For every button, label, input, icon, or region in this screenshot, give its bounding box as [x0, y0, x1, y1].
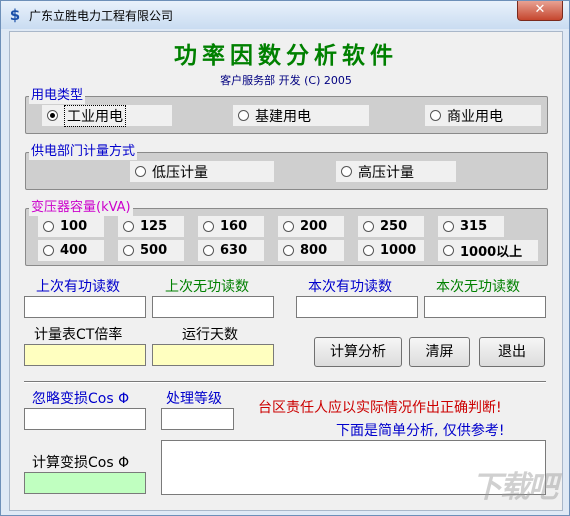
radio-label: 630 — [220, 243, 248, 258]
radio-label: 160 — [220, 219, 248, 234]
radio-dot-icon — [341, 166, 352, 177]
radio-dot-icon — [443, 245, 454, 256]
radio-dot-icon — [443, 221, 454, 232]
curr-reactive-input[interactable] — [424, 296, 546, 318]
curr-active-input[interactable] — [296, 296, 418, 318]
radio-kva-800[interactable]: 800 — [278, 240, 344, 261]
prev-reactive-label: 上次无功读数 — [165, 279, 249, 295]
run-days-label: 运行天数 — [182, 327, 238, 343]
prev-reactive-input[interactable] — [152, 296, 274, 318]
radio-kva-400[interactable]: 400 — [38, 240, 104, 261]
window-title: 广东立胜电力工程有限公司 — [29, 9, 174, 23]
radio-industrial[interactable]: 工业用电 — [42, 104, 172, 127]
radio-label: 基建用电 — [255, 108, 311, 125]
radio-kva-315[interactable]: 315 — [438, 216, 504, 237]
app-title: 功率因数分析软件 — [174, 43, 398, 69]
exit-button[interactable]: 退出 — [479, 337, 545, 367]
radio-high-voltage[interactable]: 高压计量 — [336, 161, 456, 182]
radio-label: 低压计量 — [152, 164, 208, 181]
curr-reactive-label: 本次无功读数 — [436, 279, 520, 295]
radio-kva-630[interactable]: 630 — [198, 240, 264, 261]
radio-label: 工业用电 — [64, 104, 126, 127]
radio-dot-icon — [203, 245, 214, 256]
radio-label: 商业用电 — [447, 108, 503, 125]
radio-dot-icon — [430, 110, 441, 121]
radio-kva-100[interactable]: 100 — [38, 216, 104, 237]
usage-type-legend: 用电类型 — [29, 88, 86, 104]
radio-low-voltage[interactable]: 低压计量 — [130, 161, 274, 182]
curr-active-label: 本次有功读数 — [308, 279, 392, 295]
prev-active-input[interactable] — [24, 296, 146, 318]
radio-kva-200[interactable]: 200 — [278, 216, 344, 237]
ignore-cos-input[interactable] — [24, 408, 146, 430]
radio-label: 1000以上 — [460, 245, 523, 260]
radio-dot-icon — [43, 245, 54, 256]
radio-dot-icon — [283, 221, 294, 232]
calculate-button[interactable]: 计算分析 — [314, 337, 402, 367]
radio-label: 800 — [300, 243, 328, 258]
radio-label: 1000 — [380, 243, 417, 258]
radio-dot-icon — [135, 166, 146, 177]
radio-dot-icon — [203, 221, 214, 232]
radio-kva-160[interactable]: 160 — [198, 216, 264, 237]
separator — [24, 381, 546, 383]
radio-label: 315 — [460, 219, 488, 234]
radio-label: 高压计量 — [358, 164, 414, 181]
close-button[interactable]: ✕ — [517, 1, 563, 21]
transformer-legend: 变压器容量(kVA) — [29, 200, 133, 216]
metering-group: 供电部门计量方式 低压计量 高压计量 — [25, 144, 548, 190]
radio-dot-icon — [238, 110, 249, 121]
run-days-input[interactable] — [152, 344, 274, 366]
radio-dot-icon — [363, 221, 374, 232]
ct-ratio-input[interactable] — [24, 344, 146, 366]
radio-label: 250 — [380, 219, 408, 234]
app-icon: $ — [9, 6, 21, 24]
radio-kva-1000[interactable]: 1000 — [358, 240, 424, 261]
radio-kva-500[interactable]: 500 — [118, 240, 184, 261]
title-bar: $ 广东立胜电力工程有限公司 ✕ — [1, 1, 569, 29]
ct-ratio-label: 计量表CT倍率 — [34, 327, 123, 343]
app-subtitle: 客户服务部 开发 (C) 2005 — [220, 74, 352, 87]
app-window: $ 广东立胜电力工程有限公司 ✕ 功率因数分析软件 客户服务部 开发 (C) 2… — [0, 0, 570, 516]
calc-cos-label: 计算变损Cos Φ — [32, 455, 130, 471]
radio-dot-icon — [123, 221, 134, 232]
prev-active-label: 上次有功读数 — [36, 279, 120, 295]
radio-kva-250[interactable]: 250 — [358, 216, 424, 237]
radio-commercial[interactable]: 商业用电 — [425, 105, 541, 126]
clear-button[interactable]: 清屏 — [409, 337, 470, 367]
watermark-logo: 下载吧 — [472, 470, 558, 505]
radio-label: 400 — [60, 243, 88, 258]
close-icon: ✕ — [534, 2, 546, 17]
radio-construction[interactable]: 基建用电 — [233, 105, 369, 126]
radio-label: 125 — [140, 219, 168, 234]
radio-kva-125[interactable]: 125 — [118, 216, 184, 237]
client-area: 功率因数分析软件 客户服务部 开发 (C) 2005 用电类型 工业用电 基建用… — [9, 31, 563, 511]
radio-dot-icon — [363, 245, 374, 256]
radio-dot-icon — [47, 110, 58, 121]
level-input[interactable] — [161, 408, 234, 430]
radio-kva-over-1000[interactable]: 1000以上 — [438, 240, 538, 261]
radio-dot-icon — [123, 245, 134, 256]
note-text: 下面是简单分析, 仅供参考! — [336, 423, 505, 439]
radio-label: 500 — [140, 243, 168, 258]
radio-dot-icon — [283, 245, 294, 256]
radio-label: 200 — [300, 219, 328, 234]
radio-dot-icon — [43, 221, 54, 232]
level-label: 处理等级 — [166, 391, 222, 407]
ignore-cos-label: 忽略变损Cos Φ — [32, 391, 130, 407]
transformer-group: 变压器容量(kVA) 100 125 160 200 250 315 400 5… — [25, 200, 548, 266]
calc-cos-input[interactable] — [24, 472, 146, 494]
usage-type-group: 用电类型 工业用电 基建用电 商业用电 — [25, 88, 548, 134]
radio-label: 100 — [60, 219, 88, 234]
metering-legend: 供电部门计量方式 — [29, 144, 138, 160]
warning-text: 台区责任人应以实际情况作出正确判断! — [258, 400, 502, 416]
